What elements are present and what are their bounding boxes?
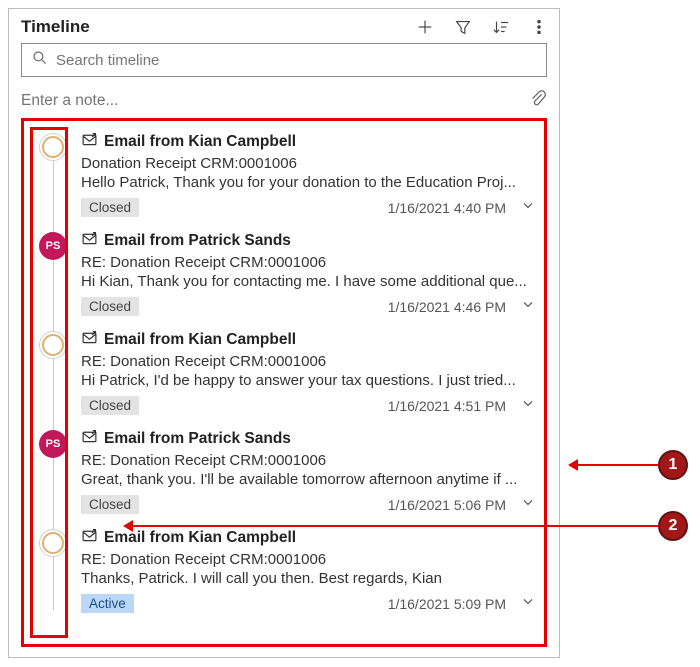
- avatar: PS: [39, 232, 67, 260]
- item-preview: Great, thank you. I'll be available tomo…: [81, 471, 536, 488]
- item-title: Email from Patrick Sands: [104, 232, 291, 250]
- item-title: Email from Kian Campbell: [104, 331, 296, 349]
- attachment-icon[interactable]: [529, 89, 547, 112]
- timeline-panel: Timeline: [8, 8, 560, 658]
- item-preview: Hi Patrick, I'd be happy to answer your …: [81, 372, 536, 389]
- item-subject: RE: Donation Receipt CRM:0001006: [81, 551, 536, 568]
- callout-badge: 1: [658, 450, 688, 480]
- status-badge: Active: [81, 594, 134, 613]
- chevron-down-icon[interactable]: [516, 197, 536, 218]
- item-content: Email from Kian Campbell RE: Donation Rec…: [81, 329, 536, 416]
- timestamp: 1/16/2021 5:09 PM: [388, 596, 506, 612]
- avatar: [39, 133, 67, 161]
- callout-1: 1: [568, 450, 688, 480]
- item-content: Email from Patrick Sands RE: Donation Rec…: [81, 230, 536, 317]
- item-title: Email from Kian Campbell: [104, 133, 296, 151]
- more-icon[interactable]: [529, 17, 549, 37]
- timestamp: 1/16/2021 4:40 PM: [388, 200, 506, 216]
- item-preview: Hi Kian, Thank you for contacting me. I …: [81, 273, 536, 290]
- email-icon: [81, 230, 98, 252]
- timestamp: 1/16/2021 4:46 PM: [388, 299, 506, 315]
- timeline-item[interactable]: Email from Kian Campbell Donation Receipt…: [28, 127, 536, 226]
- status-badge: Closed: [81, 396, 139, 415]
- avatar: [39, 331, 67, 359]
- email-icon: [81, 527, 98, 549]
- timeline-list: Email from Kian Campbell Donation Receipt…: [28, 127, 536, 638]
- item-content: Email from Kian Campbell Donation Receipt…: [81, 131, 536, 218]
- panel-title: Timeline: [21, 17, 415, 37]
- avatar: [39, 529, 67, 557]
- callout-2: 2: [123, 511, 688, 541]
- sort-icon[interactable]: [491, 17, 511, 37]
- item-preview: Hello Patrick, Thank you for your donati…: [81, 174, 536, 191]
- note-row[interactable]: [9, 83, 559, 118]
- chevron-down-icon[interactable]: [516, 593, 536, 614]
- status-badge: Closed: [81, 198, 139, 217]
- item-subject: Donation Receipt CRM:0001006: [81, 155, 536, 172]
- callout-badge: 2: [658, 511, 688, 541]
- chevron-down-icon[interactable]: [516, 395, 536, 416]
- chevron-down-icon[interactable]: [516, 296, 536, 317]
- search-input[interactable]: [56, 52, 536, 69]
- status-badge: Closed: [81, 297, 139, 316]
- email-icon: [81, 131, 98, 153]
- timeline-item[interactable]: PS Email from Patrick Sands RE: Donation R…: [28, 424, 536, 523]
- item-subject: RE: Donation Receipt CRM:0001006: [81, 452, 536, 469]
- search-icon: [32, 50, 48, 71]
- annotation-box-main: Email from Kian Campbell Donation Receipt…: [21, 118, 547, 647]
- note-input[interactable]: [21, 92, 529, 110]
- search-box[interactable]: [21, 43, 547, 77]
- item-subject: RE: Donation Receipt CRM:0001006: [81, 353, 536, 370]
- avatar: PS: [39, 430, 67, 458]
- timeline-item[interactable]: PS Email from Patrick Sands RE: Donation R…: [28, 226, 536, 325]
- add-icon[interactable]: [415, 17, 435, 37]
- email-icon: [81, 329, 98, 351]
- timeline-item[interactable]: Email from Kian Campbell RE: Donation Rec…: [28, 325, 536, 424]
- item-content: Email from Patrick Sands RE: Donation Rec…: [81, 428, 536, 515]
- timestamp: 1/16/2021 4:51 PM: [388, 398, 506, 414]
- panel-header: Timeline: [9, 9, 559, 41]
- item-title: Email from Patrick Sands: [104, 430, 291, 448]
- email-icon: [81, 428, 98, 450]
- item-preview: Thanks, Patrick. I will call you then. B…: [81, 570, 536, 587]
- filter-icon[interactable]: [453, 17, 473, 37]
- item-subject: RE: Donation Receipt CRM:0001006: [81, 254, 536, 271]
